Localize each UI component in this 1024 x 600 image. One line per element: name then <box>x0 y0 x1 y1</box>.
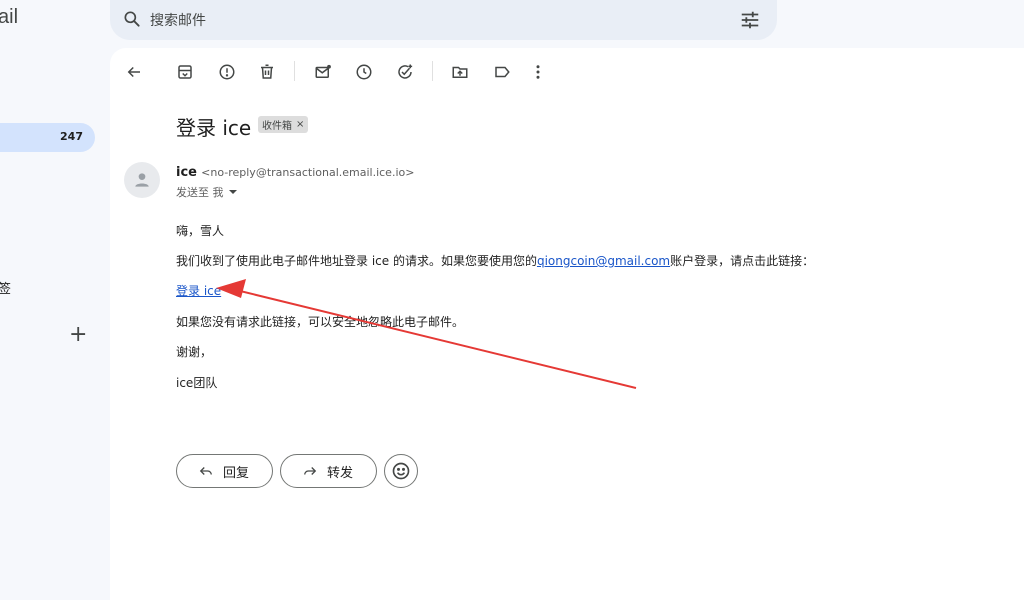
sidebar-item-labels[interactable]: 签 <box>0 278 11 297</box>
app-title: ail <box>0 6 19 28</box>
body-paragraph-2: 如果您没有请求此链接，可以安全地忽略此电子邮件。 <box>176 315 465 329</box>
forward-icon <box>304 467 317 475</box>
para1-text: 我们收到了使用此电子邮件地址登录 ice 的请求。如果您要使用您的 <box>176 254 537 268</box>
toolbar-divider <box>294 61 295 81</box>
emoji-icon <box>392 462 410 480</box>
label-icon[interactable] <box>490 60 514 84</box>
inbox-label-chip[interactable]: 收件箱 × <box>258 116 309 133</box>
delete-icon[interactable] <box>255 60 279 84</box>
email-address-link[interactable]: qiongcoin@gmail.com <box>537 254 670 268</box>
report-spam-icon[interactable] <box>215 60 239 84</box>
label-chip-text: 收件箱 <box>262 121 292 132</box>
archive-icon[interactable] <box>173 60 197 84</box>
avatar <box>124 162 160 198</box>
reply-button[interactable]: 回复 <box>176 454 273 488</box>
back-arrow-icon[interactable] <box>122 60 146 84</box>
login-link-line: 登录 ice <box>176 282 221 299</box>
signature: ice团队 <box>176 376 218 390</box>
thanks-line: 谢谢， <box>176 345 213 359</box>
snooze-icon[interactable] <box>352 60 376 84</box>
reply-label: 回复 <box>223 465 250 481</box>
chevron-down-icon <box>228 190 237 194</box>
login-link[interactable]: 登录 ice <box>176 284 221 298</box>
sender-info: ice <no-reply@transactional.email.ice.io… <box>176 165 414 180</box>
mark-unread-icon[interactable] <box>311 60 335 84</box>
add-label-button[interactable]: + <box>69 324 87 346</box>
forward-label: 转发 <box>327 465 354 481</box>
recipient-details[interactable]: 发送至 我 <box>176 184 238 200</box>
search-input[interactable]: 搜索邮件 <box>150 10 206 30</box>
email-subject: 登录 ice <box>176 116 252 140</box>
search-options-icon[interactable] <box>739 9 761 35</box>
search-icon[interactable] <box>122 9 142 33</box>
toolbar-divider <box>432 61 433 81</box>
person-icon <box>135 173 149 187</box>
reply-icon <box>199 467 212 475</box>
message-toolbar <box>110 48 1024 94</box>
sender-address: <no-reply@transactional.email.ice.io> <box>201 166 415 179</box>
search-bar[interactable]: 搜索邮件 <box>110 0 777 40</box>
more-vert-icon[interactable] <box>526 60 550 84</box>
para1-text-end: 账户登录，请点击此链接： <box>670 254 815 268</box>
to-line-text: 发送至 我 <box>176 186 224 199</box>
sidebar-item-inbox[interactable]: 247 <box>0 123 95 152</box>
forward-button[interactable]: 转发 <box>280 454 377 488</box>
remove-label-icon[interactable]: × <box>296 119 304 130</box>
email-view: 登录 ice 收件箱 × ice <no-reply@transactional… <box>110 48 1024 600</box>
sender-name: ice <box>176 165 197 180</box>
add-task-icon[interactable] <box>393 60 417 84</box>
body-paragraph-1: 我们收到了使用此电子邮件地址登录 ice 的请求。如果您要使用您的qiongco… <box>176 252 814 269</box>
emoji-reaction-button[interactable] <box>384 454 418 488</box>
inbox-unread-count: 247 <box>60 130 83 143</box>
move-to-icon[interactable] <box>448 60 472 84</box>
greeting: 嗨，雪人 <box>176 224 225 238</box>
